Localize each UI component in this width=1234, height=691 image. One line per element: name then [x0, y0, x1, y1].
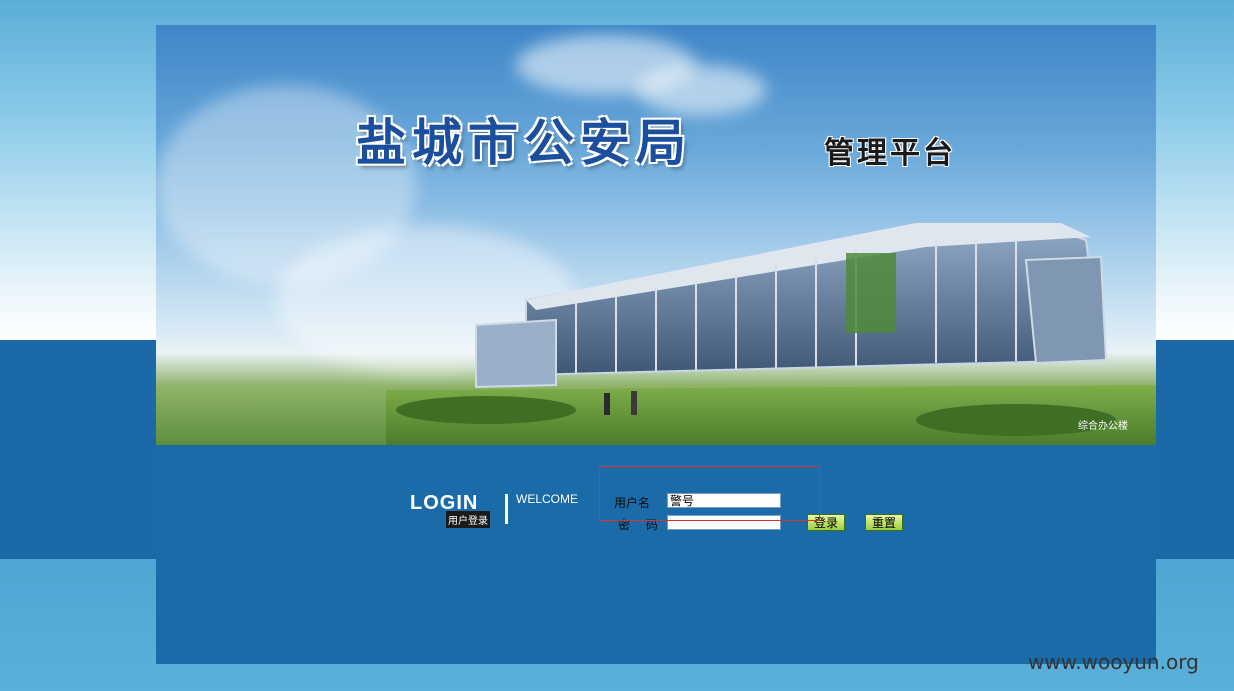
reset-button[interactable]: 重置: [865, 514, 903, 531]
watermark-text: www.wooyun.org: [1028, 650, 1199, 674]
page-subtitle: 管理平台: [824, 136, 956, 171]
building-illustration: [386, 223, 1156, 445]
logo-divider: [505, 494, 508, 524]
login-logo-subtitle: 用户登录: [446, 511, 490, 528]
header-banner: 盐城市公安局 管理平台 综合办公楼: [156, 25, 1156, 445]
page-title: 盐城市公安局: [356, 113, 692, 172]
welcome-text: WELCOME: [516, 492, 579, 506]
login-frame: 盐城市公安局 管理平台 综合办公楼 LOGIN 用户登录 WELCOME 用户名…: [156, 25, 1156, 664]
building-caption: 综合办公楼: [1078, 421, 1128, 432]
login-panel: LOGIN 用户登录 WELCOME 用户名 密 码 登录 重置: [156, 445, 1156, 664]
annotation-highlight-box: [599, 466, 820, 521]
